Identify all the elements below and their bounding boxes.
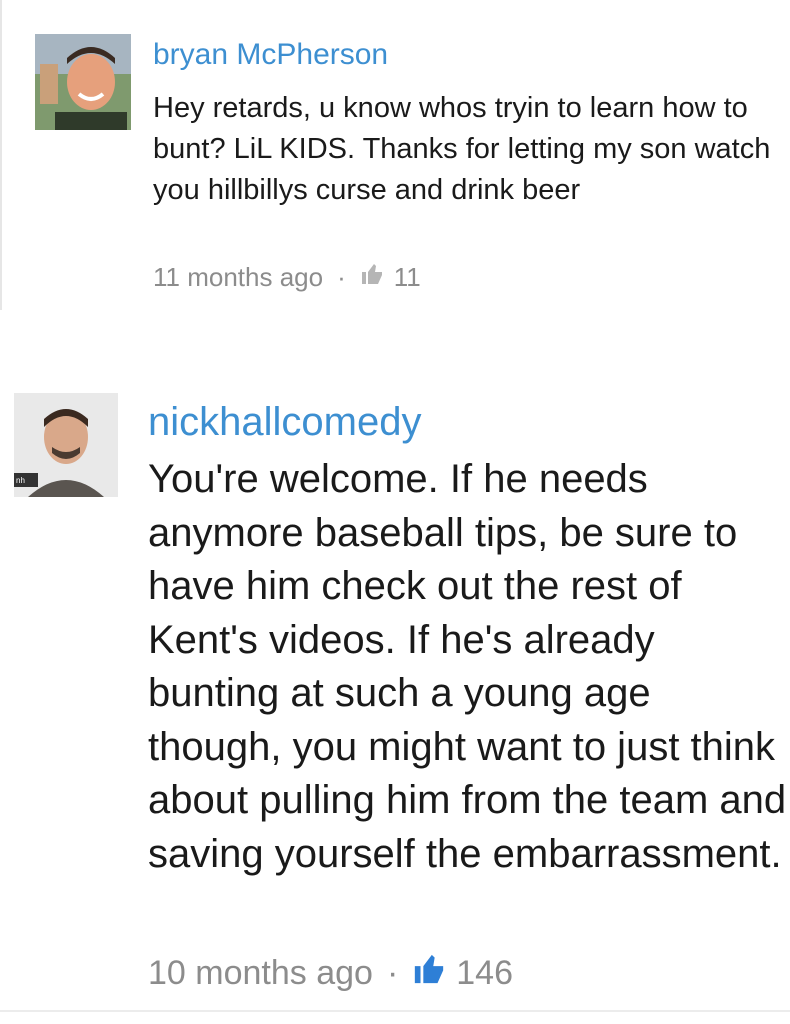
separator: · — [386, 954, 399, 992]
like-count: 146 — [456, 954, 513, 992]
svg-text:nh: nh — [16, 476, 25, 485]
like-count: 11 — [393, 262, 421, 292]
separator: · — [337, 262, 346, 292]
comment-text: Hey retards, u know whos tryin to learn … — [153, 92, 771, 206]
comment-text: You're welcome. If he needs anymore base… — [148, 457, 787, 876]
thumbs-up-icon[interactable] — [412, 952, 446, 995]
username[interactable]: nickhallcomedy — [148, 400, 421, 445]
thumbs-up-icon[interactable] — [360, 262, 384, 293]
timestamp: 10 months ago — [148, 954, 373, 992]
comment-meta: 10 months ago · 146 — [148, 952, 513, 995]
divider — [0, 1010, 790, 1012]
avatar-nickhallcomedy[interactable]: nh — [14, 393, 118, 497]
comment-meta: 11 months ago · 11 — [153, 262, 421, 293]
timestamp: 11 months ago — [153, 262, 324, 292]
username[interactable]: bryan McPherson — [153, 38, 388, 72]
avatar-bryan[interactable] — [35, 34, 131, 130]
